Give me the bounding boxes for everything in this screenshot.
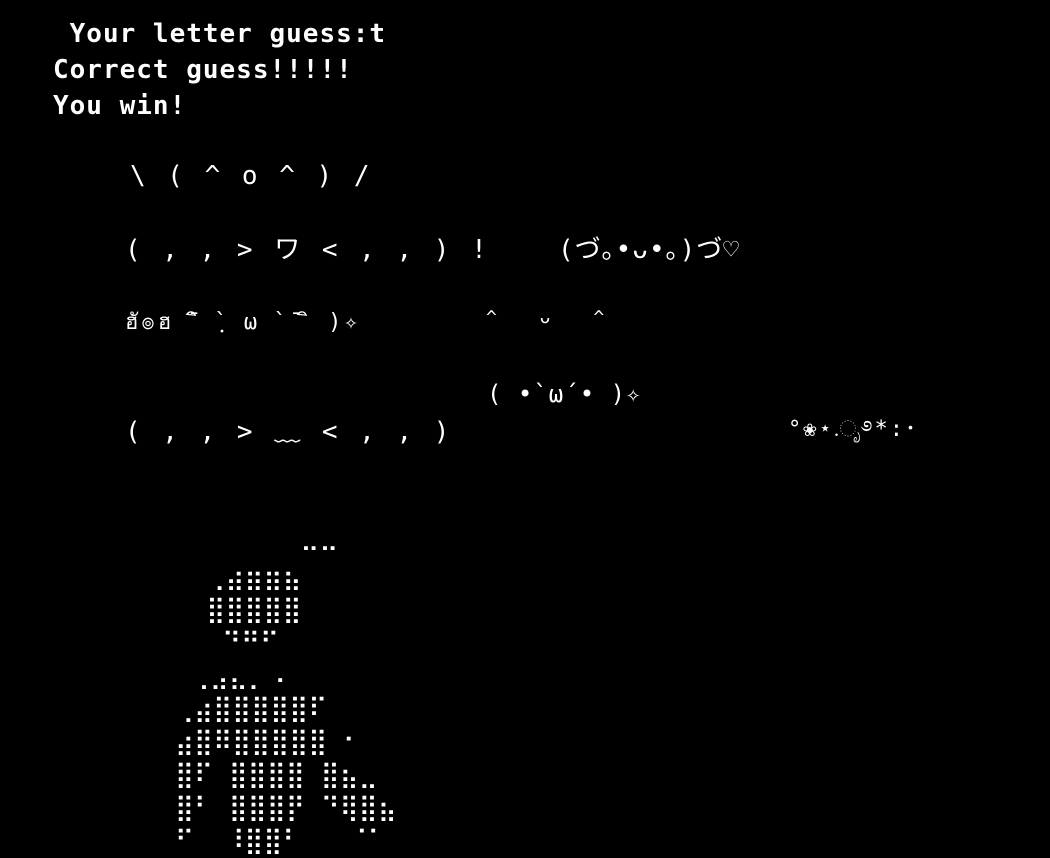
emoticon-cheer: \ ( ^ o ^ ) / [130,161,373,191]
emoticon-excited: ( , , > ワ < , , ) ! [125,235,490,265]
emoticon-hug: (づ｡•ᴗ•｡)づ♡ [558,235,740,265]
emoticon-sparkle-blush: ฮั๏ฮ ̄ ิ ̀ ฺ ω ̀ ̄ ิ )✧ [125,310,361,335]
emoticon-flustered: ( , , > ﹏ < , , ) [125,417,453,447]
emoticon-sparkle: ( •`ω´• )✧ [487,380,642,408]
ascii-art-figure: ⠤⠤ ⢀⣴⣶⣶⣦ ⣿⣿⣿⣿⣿ ⠙⠛⠋ ⢀⣠⣄⡀⠠ ⢀⣴⣿⣿⣿⣿⣿⠏ ⣴⣿⠿⣿⣿⣿… [175,529,397,856]
prompt-line: Your letter guess:t [53,19,387,49]
emoticon-smile-top: ^ ᴗ ^ [486,307,621,328]
result-line: Correct guess!!!!! [53,55,353,85]
terminal-window: Your letter guess:t Correct guess!!!!! Y… [0,0,1050,856]
emoticon-flowers: °❀⋆.ೃ࿔*:･ [788,417,918,442]
win-line: You win! [53,91,187,121]
